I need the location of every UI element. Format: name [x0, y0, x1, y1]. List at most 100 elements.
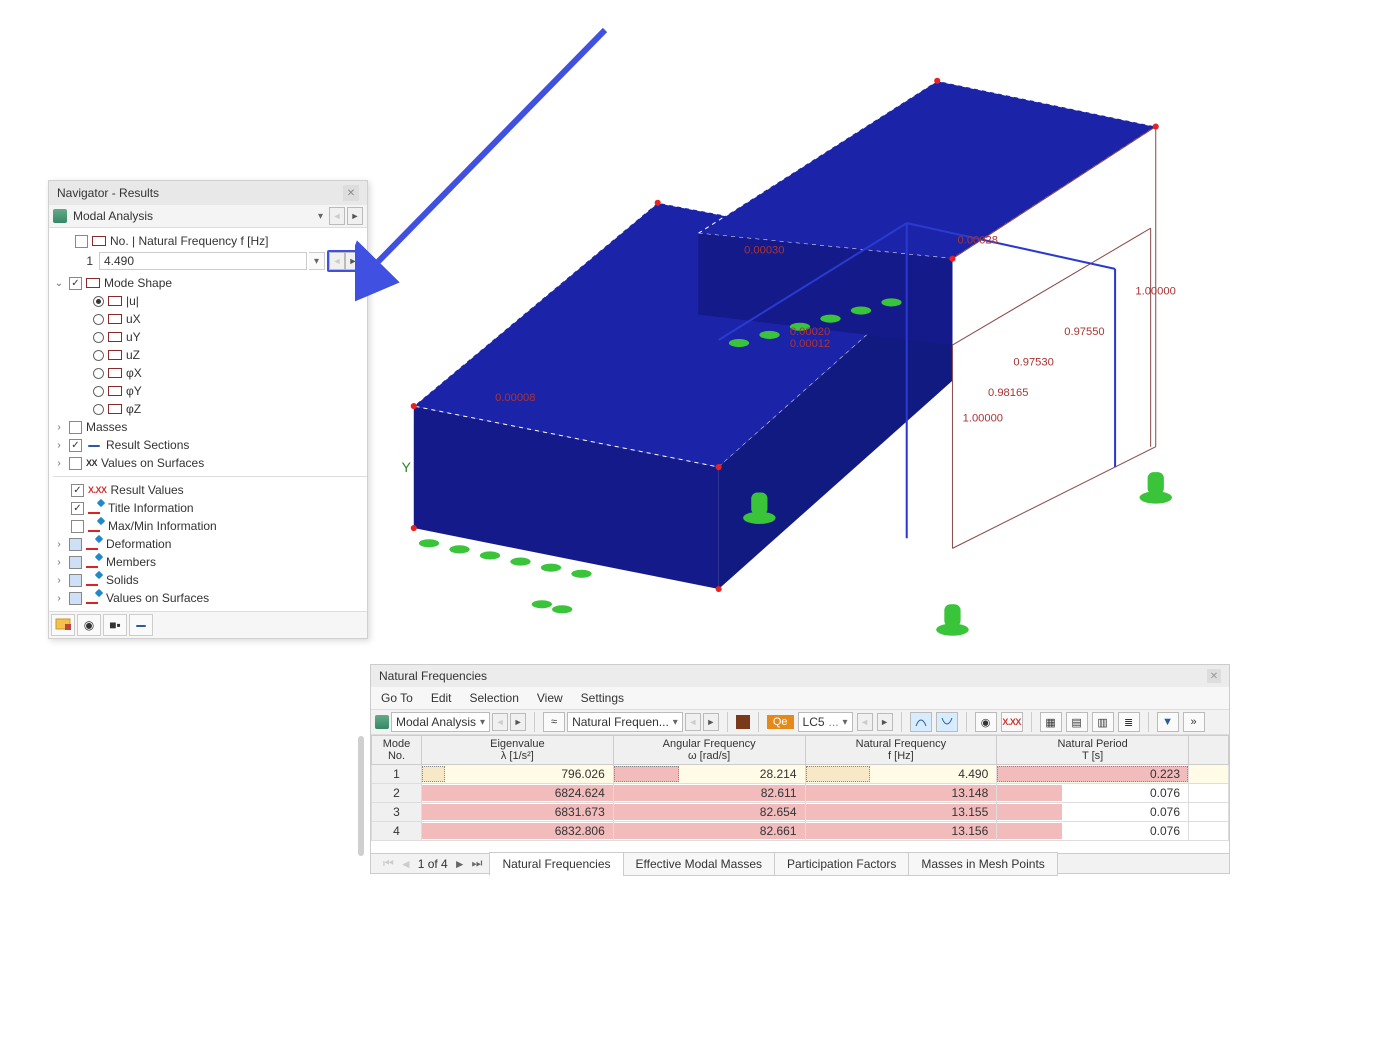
axis-y-label: Y [402, 460, 412, 476]
menu-selection[interactable]: Selection [470, 691, 519, 705]
toolbar-analysis-next[interactable]: ► [510, 713, 526, 731]
values-on-surfaces-checkbox[interactable] [69, 457, 82, 470]
surface-icon [108, 314, 122, 324]
table-cell: 0.076 [997, 803, 1189, 822]
color-swatch[interactable] [736, 715, 750, 729]
vp-label-right4: 0.98165 [988, 387, 1028, 399]
navigator-scrollbar[interactable] [358, 736, 364, 856]
solids-checkbox[interactable] [69, 574, 82, 587]
deformation-expander[interactable]: › [53, 539, 65, 550]
model-viewport[interactable]: Y 0.00030 0.00028 0.00008 0.00020 0.0001… [370, 30, 1230, 650]
values-on-surfaces-expander[interactable]: › [53, 458, 65, 469]
pager-next[interactable]: ► [454, 857, 466, 871]
mode-frequency-input[interactable]: 4.490 [99, 252, 307, 270]
table-row[interactable]: 46832.80682.66113.1560.076 [372, 822, 1229, 841]
toolbar-result-next[interactable]: ► [703, 713, 719, 731]
result-sections-checkbox[interactable] [69, 439, 82, 452]
members-expander[interactable]: › [53, 557, 65, 568]
component-uz-radio[interactable] [93, 350, 104, 361]
pager-last[interactable]: ⏭ [472, 856, 483, 871]
toolbar-ico-more[interactable]: » [1183, 712, 1205, 732]
tab-natural-frequencies[interactable]: Natural Frequencies [489, 852, 623, 876]
component-u-radio[interactable] [93, 296, 104, 307]
results-close-button[interactable]: ✕ [1207, 669, 1221, 683]
solids-icon [86, 574, 102, 586]
maxmin-icon [88, 520, 104, 532]
mode-number-label: 1 [77, 254, 97, 268]
table-cell: 82.611 [613, 784, 805, 803]
toolbar-result-dropdown[interactable]: Natural Frequen... ▾ [567, 712, 683, 732]
solids-expander[interactable]: › [53, 575, 65, 586]
nav-tool-eye[interactable]: ◉ [77, 614, 101, 636]
masses-checkbox[interactable] [69, 421, 82, 434]
navigator-bottom-toolbar: ◉ ■▪ [49, 611, 367, 638]
nav-tool-camera[interactable]: ■▪ [103, 614, 127, 636]
analysis-prev-button[interactable]: ◄ [329, 207, 345, 225]
toolbar-result-label: Natural Frequen... [572, 715, 669, 729]
mode-checkbox[interactable] [75, 235, 88, 248]
xx-icon: XX [86, 458, 97, 468]
vp-label-right3: 0.97530 [1013, 356, 1053, 368]
nav-tool-chart[interactable] [129, 614, 153, 636]
navigator-close-button[interactable]: ✕ [343, 185, 359, 201]
table-row[interactable]: 26824.62482.61113.1480.076 [372, 784, 1229, 803]
analysis-icon [375, 715, 389, 729]
toolbar-analysis-dropdown[interactable]: Modal Analysis ▾ [391, 712, 490, 732]
mode-dropdown-arrow[interactable]: ▾ [309, 252, 325, 270]
toolbar-ico-grid3[interactable]: ▥ [1092, 712, 1114, 732]
menu-goto[interactable]: Go To [381, 691, 413, 705]
menu-edit[interactable]: Edit [431, 691, 452, 705]
pager-first[interactable]: ⏮ [383, 856, 394, 871]
component-uy-radio[interactable] [93, 332, 104, 343]
members-icon [86, 556, 102, 568]
maxmin-checkbox[interactable] [71, 520, 84, 533]
pager: ⏮ ◄ 1 of 4 ► ⏭ [375, 856, 490, 871]
nav-tool-1[interactable] [51, 614, 75, 636]
masses-expander[interactable]: › [53, 422, 65, 433]
component-phiy-radio[interactable] [93, 386, 104, 397]
table-row[interactable]: 1796.02628.2144.4900.223 [372, 765, 1229, 784]
qe-badge[interactable]: Qe [767, 715, 794, 729]
loadcase-dropdown[interactable]: LC5 ... ▾ [798, 712, 853, 732]
analysis-next-button[interactable]: ► [347, 207, 363, 225]
toolbar-ico-grid2[interactable]: ▤ [1066, 712, 1088, 732]
toolbar-ico-eye[interactable]: ◉ [975, 712, 997, 732]
toolbar-ico-filter[interactable]: ▼ [1157, 712, 1179, 732]
tab-effective-modal-masses[interactable]: Effective Modal Masses [623, 852, 776, 876]
result-sections-expander[interactable]: › [53, 440, 65, 451]
toolbar-result-prev[interactable]: ◄ [685, 713, 701, 731]
tab-masses-in-mesh-points[interactable]: Masses in Mesh Points [908, 852, 1057, 876]
deformation-checkbox[interactable] [69, 538, 82, 551]
mode-shape-expander[interactable]: ⌄ [53, 278, 65, 289]
mode-prev-button[interactable]: ◄ [329, 252, 345, 270]
toolbar-ico-1[interactable] [910, 712, 932, 732]
loadcase-prev[interactable]: ◄ [857, 713, 873, 731]
toolbar-analysis-prev[interactable]: ◄ [492, 713, 508, 731]
members-checkbox[interactable] [69, 556, 82, 569]
toolbar-ico-xxx[interactable]: X.XX [1001, 712, 1023, 732]
values-on-surfaces2-icon [86, 592, 102, 604]
menu-view[interactable]: View [537, 691, 563, 705]
tab-participation-factors[interactable]: Participation Factors [774, 852, 909, 876]
title-info-checkbox[interactable] [71, 502, 84, 515]
toolbar-ico-grid1[interactable]: ▦ [1040, 712, 1062, 732]
toolbar-ico-list[interactable]: ≣ [1118, 712, 1140, 732]
menu-settings[interactable]: Settings [581, 691, 624, 705]
solids-label: Solids [106, 573, 139, 587]
mode-shape-checkbox[interactable] [69, 277, 82, 290]
pager-prev[interactable]: ◄ [400, 857, 412, 871]
component-phix-radio[interactable] [93, 368, 104, 379]
mode-next-button[interactable]: ► [345, 252, 361, 270]
analysis-dropdown[interactable]: Modal Analysis [69, 207, 316, 225]
component-phiz-radio[interactable] [93, 404, 104, 415]
component-ux-radio[interactable] [93, 314, 104, 325]
values-on-surfaces2-expander[interactable]: › [53, 593, 65, 604]
loadcase-next[interactable]: ► [877, 713, 893, 731]
results-titlebar[interactable]: Natural Frequencies ✕ [371, 665, 1229, 687]
navigator-titlebar[interactable]: Navigator - Results ✕ [49, 181, 367, 205]
result-values-checkbox[interactable] [71, 484, 84, 497]
toolbar-result-icon[interactable]: ≈ [543, 712, 565, 732]
values-on-surfaces2-checkbox[interactable] [69, 592, 82, 605]
toolbar-ico-2[interactable] [936, 712, 958, 732]
table-row[interactable]: 36831.67382.65413.1550.076 [372, 803, 1229, 822]
